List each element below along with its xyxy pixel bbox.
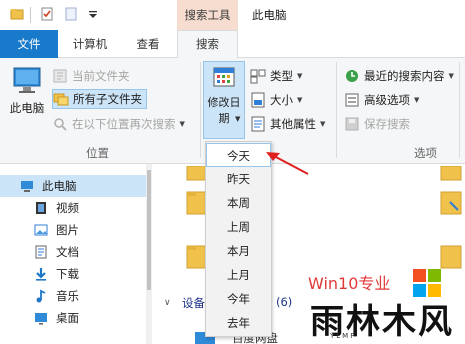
current-folder-icon [53, 69, 67, 83]
size-button[interactable]: 大小 ▼ [250, 90, 302, 110]
nav-item-documents[interactable]: 文档 [0, 241, 146, 263]
kind-icon [250, 69, 266, 84]
desktop-icon [35, 313, 47, 325]
size-icon [251, 92, 265, 108]
tab-computer[interactable]: 计算机 [62, 30, 118, 58]
nav-item-label: 下载 [56, 267, 79, 281]
computer-icon [21, 181, 33, 192]
this-pc-button[interactable]: 此电脑 [6, 64, 48, 134]
folder-icon[interactable] [440, 166, 462, 182]
other-properties-button[interactable]: 其他属性 ▼ [250, 114, 325, 134]
nav-item-label: 文档 [56, 245, 79, 259]
download-icon [36, 268, 46, 281]
recent-searches-button[interactable]: 最近的搜索内容 ▼ [344, 66, 454, 86]
date-modified-button[interactable]: 修改日期 ▼ [203, 61, 245, 139]
annotation-arrow-icon [266, 152, 309, 175]
current-folder-button[interactable]: 当前文件夹 [52, 66, 130, 86]
nav-item-pictures[interactable]: 图片 [0, 219, 146, 241]
chevron-down-icon: ▼ [235, 115, 241, 123]
computer-icon [13, 67, 41, 93]
date-option-last-year[interactable]: 去年 [206, 311, 271, 335]
nav-item-label: 图片 [56, 223, 79, 237]
chevron-down-icon: ▼ [320, 120, 326, 128]
save-icon [345, 117, 359, 131]
other-properties-label: 其他属性 [270, 117, 316, 131]
nav-item-video[interactable]: 视频 [0, 197, 146, 219]
chevron-down-icon[interactable]: ∨ [164, 298, 171, 308]
nav-item-label: 视频 [56, 201, 79, 215]
options-group-label: 选项 [414, 146, 437, 160]
nav-item-music[interactable]: 音乐 [0, 285, 146, 307]
nav-item-label: 桌面 [56, 311, 79, 325]
document-icon [35, 245, 47, 259]
current-folder-label: 当前文件夹 [72, 69, 130, 83]
search-again-label: 在以下位置再次搜索 [72, 117, 176, 131]
nav-item-downloads[interactable]: 下载 [0, 263, 146, 285]
chevron-down-icon: ▼ [297, 96, 303, 104]
save-search-button[interactable]: 保存搜索 [344, 114, 410, 134]
date-option-this-week[interactable]: 本周 [206, 191, 271, 215]
music-icon [36, 289, 46, 303]
devices-section-header[interactable]: 设备 [182, 295, 205, 311]
chevron-down-icon: ▼ [414, 96, 420, 104]
title-bar: 搜索工具 此电脑 [0, 0, 465, 30]
folder-icon[interactable] [440, 190, 462, 216]
kind-label: 类型 [270, 69, 293, 83]
subfolders-icon [53, 93, 69, 106]
quick-access-divider [30, 7, 31, 23]
nav-item-this-pc[interactable]: 此电脑 [0, 175, 146, 197]
tab-search[interactable]: 搜索 [177, 30, 238, 59]
tab-view[interactable]: 查看 [122, 30, 174, 58]
all-subfolders-button[interactable]: 所有子文件夹 [52, 89, 147, 109]
calendar-icon [213, 67, 235, 87]
properties-icon[interactable] [40, 7, 54, 21]
date-option-this-month[interactable]: 本月 [206, 239, 271, 263]
advanced-options-label: 高级选项 [364, 93, 410, 107]
new-folder-icon[interactable] [64, 7, 78, 21]
chevron-down-icon: ▼ [297, 72, 303, 80]
date-option-last-week[interactable]: 上周 [206, 215, 271, 239]
recent-searches-label: 最近的搜索内容 [364, 69, 445, 83]
navigation-pane: 此电脑 视频 图片 文档 下载 音乐 桌面 [0, 164, 152, 344]
contextual-tab-group-label: 搜索工具 [177, 0, 238, 30]
this-pc-label: 此电脑 [9, 101, 45, 115]
nav-item-label: 音乐 [56, 289, 79, 303]
search-again-icon [54, 118, 67, 131]
watermark-sub: YLMF [330, 332, 357, 340]
video-icon [36, 202, 46, 214]
nav-scrollbar-thumb[interactable] [147, 170, 151, 290]
kind-button[interactable]: 类型 ▼ [250, 66, 302, 86]
date-option-this-year[interactable]: 今年 [206, 287, 271, 311]
all-subfolders-label: 所有子文件夹 [73, 92, 142, 106]
nav-item-desktop[interactable]: 桌面 [0, 307, 146, 329]
save-search-label: 保存搜索 [364, 117, 410, 131]
group-divider [459, 62, 460, 158]
folder-icon[interactable] [10, 7, 24, 21]
chevron-down-icon: ▼ [448, 72, 454, 80]
advanced-options-button[interactable]: 高级选项 ▼ [344, 90, 419, 110]
watermark-text: Win10专业 [308, 274, 391, 293]
window-title: 此电脑 [252, 8, 287, 22]
advanced-options-icon [345, 93, 359, 107]
search-again-in-button[interactable]: 在以下位置再次搜索 ▼ [52, 114, 185, 134]
chevron-down-icon: ▼ [179, 120, 185, 128]
date-option-last-month[interactable]: 上月 [206, 263, 271, 287]
location-group-label: 位置 [86, 146, 109, 160]
group-divider [336, 62, 337, 158]
ribbon-tab-row: 文件 计算机 查看 搜索 [0, 30, 465, 59]
customize-toolbar-dropdown-icon[interactable] [86, 7, 100, 21]
size-label: 大小 [270, 93, 293, 107]
group-divider [200, 62, 201, 158]
folder-icon[interactable] [440, 244, 462, 270]
tab-file[interactable]: 文件 [0, 30, 58, 58]
nav-item-label: 此电脑 [42, 179, 77, 193]
recent-searches-icon [346, 70, 358, 82]
properties-icon [251, 116, 265, 132]
picture-icon [34, 224, 48, 236]
devices-count: (6) [276, 295, 293, 309]
